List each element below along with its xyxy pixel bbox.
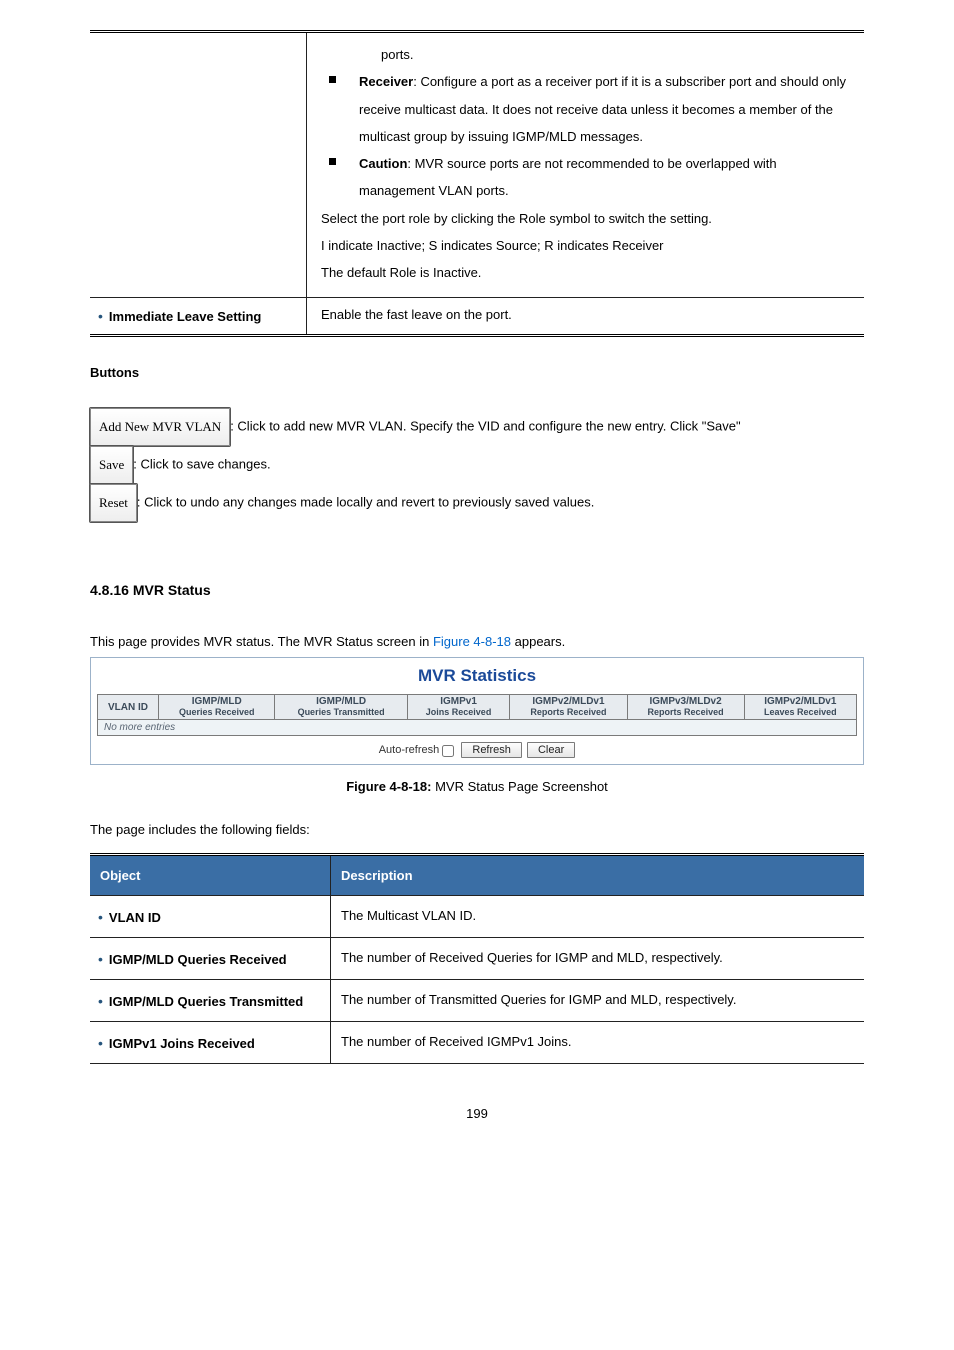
- mvr-figure-caption-b: MVR Status Page Screenshot: [431, 779, 607, 794]
- mvr-th-vlan: VLAN ID: [98, 695, 159, 720]
- reset-desc: : Click to undo any changes made locally…: [137, 495, 594, 510]
- caution-key: Caution: [359, 156, 407, 171]
- bullet-icon: •: [98, 308, 103, 324]
- status-intro-a: This page provides MVR status. The MVR S…: [90, 634, 433, 649]
- fields-r4-desc: The number of Received IGMPv1 Joins.: [331, 1022, 865, 1064]
- role-tail-b: I indicate Inactive; S indicates Source;…: [321, 232, 850, 259]
- mvr-figure-caption-a: Figure 4-8-18:: [346, 779, 431, 794]
- caution-bullet: Caution: MVR source ports are not recomm…: [355, 150, 850, 205]
- mvr-status-intro: This page provides MVR status. The MVR S…: [90, 634, 864, 649]
- role-tail-a: Select the port role by clicking the Rol…: [321, 205, 850, 232]
- status-intro-link: Figure 4-8-18: [433, 634, 511, 649]
- ports-line: ports.: [381, 41, 850, 68]
- receiver-key: Receiver: [359, 74, 413, 89]
- fields-r2-desc: The number of Received Queries for IGMP …: [331, 938, 865, 980]
- buttons-heading: Buttons: [90, 365, 864, 380]
- mvr-th-c5: IGMPv3/MLDv2Reports Received: [627, 695, 744, 720]
- status-intro-b: appears.: [511, 634, 565, 649]
- bullet-icon: •: [98, 951, 103, 967]
- auto-refresh-checkbox[interactable]: [442, 745, 454, 757]
- page-number: 199: [90, 1106, 864, 1121]
- add-mvr-vlan-desc: : Click to add new MVR VLAN. Specify the…: [230, 418, 740, 433]
- fields-r1-desc: The Multicast VLAN ID.: [331, 896, 865, 938]
- bullet-icon: •: [98, 993, 103, 1009]
- clear-button[interactable]: Clear: [527, 742, 575, 758]
- bullet-icon: •: [98, 909, 103, 925]
- mvr-th-c4: IGMPv2/MLDv1Reports Received: [510, 695, 627, 720]
- fields-th-object: Object: [90, 855, 331, 896]
- receiver-bullet: Receiver: Configure a port as a receiver…: [355, 68, 850, 150]
- immediate-leave-key-cell: • Immediate Leave Setting: [90, 297, 307, 335]
- mvr-th-c2: IGMP/MLDQueries Transmitted: [275, 695, 407, 720]
- fields-table: Object Description •VLAN ID The Multicas…: [90, 853, 864, 1064]
- mvr-controls: Auto-refresh Refresh Clear: [97, 742, 857, 758]
- refresh-button[interactable]: Refresh: [461, 742, 522, 758]
- buttons-block: Add New MVR VLAN: Click to add new MVR V…: [90, 408, 864, 523]
- add-mvr-vlan-button[interactable]: Add New MVR VLAN: [90, 408, 230, 446]
- fields-th-description: Description: [331, 855, 865, 896]
- receiver-desc: : Configure a port as a receiver port if…: [359, 74, 846, 144]
- mvr-status-heading: 4.8.16 MVR Status: [90, 582, 864, 598]
- auto-refresh-label: Auto-refresh: [379, 744, 440, 756]
- save-button[interactable]: Save: [90, 446, 133, 484]
- mvr-th-c6: IGMPv2/MLDv1Leaves Received: [744, 695, 856, 720]
- caution-desc: : MVR source ports are not recommended t…: [359, 156, 777, 198]
- mvr-th-c1: IGMP/MLDQueries Received: [159, 695, 275, 720]
- role-cell-right: ports. Receiver: Configure a port as a r…: [307, 32, 865, 298]
- fields-intro: The page includes the following fields:: [90, 822, 864, 837]
- bullet-icon: •: [98, 1035, 103, 1051]
- reset-button[interactable]: Reset: [90, 484, 137, 522]
- save-desc: : Click to save changes.: [133, 457, 270, 472]
- fields-r3-desc: The number of Transmitted Queries for IG…: [331, 980, 865, 1022]
- role-tail-c: The default Role is Inactive.: [321, 259, 850, 286]
- immediate-leave-key: Immediate Leave Setting: [109, 309, 261, 324]
- fields-r2-key: •IGMP/MLD Queries Received: [90, 938, 331, 980]
- fields-r1-key: •VLAN ID: [90, 896, 331, 938]
- mvr-statistics-table: VLAN ID IGMP/MLDQueries Received IGMP/ML…: [97, 694, 857, 736]
- fields-r3-key: •IGMP/MLD Queries Transmitted: [90, 980, 331, 1022]
- mvr-statistics-title: MVR Statistics: [97, 666, 857, 686]
- immediate-leave-desc: Enable the fast leave on the port.: [307, 297, 865, 335]
- mvr-statistics-panel: MVR Statistics VLAN ID IGMP/MLDQueries R…: [90, 657, 864, 765]
- fields-r4-key: •IGMPv1 Joins Received: [90, 1022, 331, 1064]
- role-settings-table: ports. Receiver: Configure a port as a r…: [90, 30, 864, 337]
- role-cell-left: [90, 32, 307, 298]
- mvr-no-more-entries: No more entries: [98, 720, 857, 736]
- mvr-figure-caption: Figure 4-8-18: MVR Status Page Screensho…: [90, 779, 864, 794]
- mvr-th-c3: IGMPv1Joins Received: [407, 695, 510, 720]
